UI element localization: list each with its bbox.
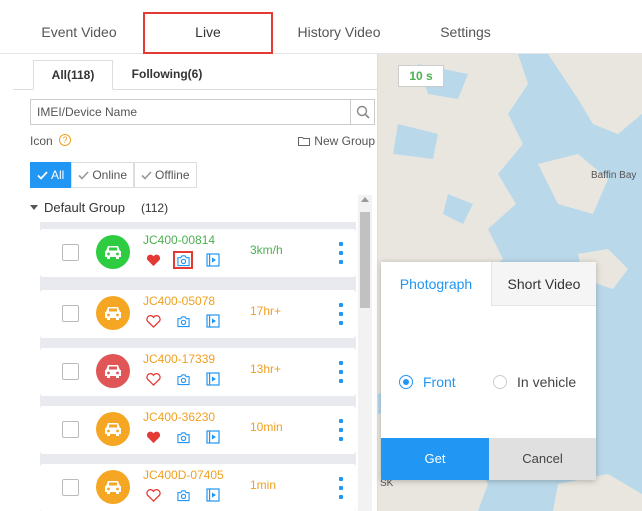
cancel-button[interactable]: Cancel: [489, 438, 596, 480]
tab-event-video[interactable]: Event Video: [24, 14, 134, 54]
device-name[interactable]: JC400-36230: [143, 410, 215, 424]
icon-row: Icon ? New Group: [30, 132, 375, 150]
icon-label: Icon: [30, 134, 53, 148]
video-icon[interactable]: [203, 428, 223, 446]
check-icon: [78, 170, 89, 180]
more-menu-icon[interactable]: [338, 303, 344, 325]
camera-icon[interactable]: [173, 370, 193, 388]
device-name[interactable]: JC400-17339: [143, 352, 215, 366]
device-card[interactable]: JC400-36230 10min: [40, 406, 356, 454]
device-checkbox[interactable]: [62, 363, 79, 380]
more-menu-icon[interactable]: [338, 477, 344, 499]
device-checkbox[interactable]: [62, 479, 79, 496]
caret-down-icon: [30, 204, 38, 210]
car-icon: [96, 470, 130, 504]
camera-icon[interactable]: [173, 312, 193, 330]
subtab-following[interactable]: Following(6): [117, 60, 217, 90]
capture-popup: Photograph Short Video Front In vehicle …: [381, 262, 596, 480]
tab-short-video[interactable]: Short Video: [491, 262, 596, 306]
device-status: 10min: [250, 420, 283, 434]
folder-icon: [298, 137, 311, 146]
car-icon: [96, 412, 130, 446]
filter-offline-button[interactable]: Offline: [134, 162, 197, 188]
device-card[interactable]: JC400-00814 3km/h: [40, 229, 356, 277]
device-name[interactable]: JC400-00814: [143, 233, 215, 247]
device-subtabs: All(118) Following(6): [13, 54, 378, 90]
device-checkbox[interactable]: [62, 421, 79, 438]
camera-icon[interactable]: [173, 428, 193, 446]
device-panel: All(118) Following(6) Icon ? New Group A…: [13, 54, 378, 511]
camera-icon[interactable]: [173, 486, 193, 504]
radio-front-label: Front: [423, 374, 456, 390]
device-status: 1min: [250, 478, 277, 492]
new-group-label: New Group: [314, 134, 375, 148]
device-checkbox[interactable]: [62, 305, 79, 322]
device-name[interactable]: JC400D-07405: [143, 468, 224, 482]
check-icon: [141, 170, 152, 180]
car-icon: [96, 354, 130, 388]
radio-front[interactable]: Front: [399, 374, 456, 390]
more-menu-icon[interactable]: [338, 419, 344, 441]
scroll-up-icon[interactable]: [361, 197, 369, 202]
video-icon[interactable]: [203, 312, 223, 330]
group-count: (112): [140, 200, 169, 215]
radio-in-vehicle-dot: [493, 375, 507, 389]
video-icon[interactable]: [203, 370, 223, 388]
camera-icon[interactable]: [173, 251, 193, 269]
radio-front-dot: [399, 375, 413, 389]
device-status: 3km/h: [250, 243, 283, 257]
heart-icon[interactable]: [143, 251, 163, 269]
device-status: 13hr+: [250, 362, 282, 376]
video-icon[interactable]: [203, 486, 223, 504]
device-card[interactable]: JC400-05078 17hr+: [40, 290, 356, 338]
filter-online-label: Online: [92, 168, 128, 182]
check-icon: [37, 170, 48, 180]
device-name[interactable]: JC400-05078: [143, 294, 215, 308]
scrollbar-thumb[interactable]: [360, 212, 370, 308]
filter-online-button[interactable]: Online: [71, 162, 135, 188]
heart-icon[interactable]: [143, 486, 163, 504]
filter-offline-label: Offline: [155, 168, 190, 182]
device-checkbox[interactable]: [62, 244, 79, 261]
heart-icon[interactable]: [143, 312, 163, 330]
refresh-timer: 10 s: [398, 65, 444, 87]
video-icon[interactable]: [203, 251, 223, 269]
device-card[interactable]: JC400D-07405 1min: [40, 464, 356, 511]
help-icon[interactable]: ?: [59, 134, 71, 146]
heart-icon[interactable]: [143, 370, 163, 388]
new-group-button[interactable]: New Group: [298, 134, 375, 148]
search-input[interactable]: [31, 100, 350, 124]
subtab-all[interactable]: All(118): [33, 60, 113, 90]
car-icon: [96, 235, 130, 269]
top-nav: Event Video Live History Video Settings: [0, 0, 642, 54]
radio-in-vehicle-label: In vehicle: [517, 374, 577, 390]
more-menu-icon[interactable]: [338, 242, 344, 264]
filter-all-label: All: [51, 168, 65, 182]
group-header[interactable]: Default Group (112): [30, 200, 168, 215]
car-icon: [96, 296, 130, 330]
more-menu-icon[interactable]: [338, 361, 344, 383]
device-status: 17hr+: [250, 304, 282, 318]
get-button[interactable]: Get: [381, 438, 489, 480]
device-card[interactable]: JC400-17339 13hr+: [40, 348, 356, 396]
tab-settings[interactable]: Settings: [418, 14, 513, 54]
radio-in-vehicle[interactable]: In vehicle: [493, 374, 576, 390]
tab-live[interactable]: Live: [143, 12, 273, 54]
status-filters: All Online Offline: [30, 162, 197, 188]
filter-all-button[interactable]: All: [30, 162, 72, 188]
map-label-baffin-bay: Baffin Bay: [591, 170, 637, 181]
tab-photograph[interactable]: Photograph: [381, 262, 491, 306]
search-icon[interactable]: [350, 100, 374, 124]
group-name: Default Group: [44, 200, 125, 215]
search-box: [30, 99, 375, 125]
heart-icon[interactable]: [143, 428, 163, 446]
app-root: Event Video Live History Video Settings …: [0, 0, 642, 511]
tab-history-video[interactable]: History Video: [284, 14, 394, 54]
